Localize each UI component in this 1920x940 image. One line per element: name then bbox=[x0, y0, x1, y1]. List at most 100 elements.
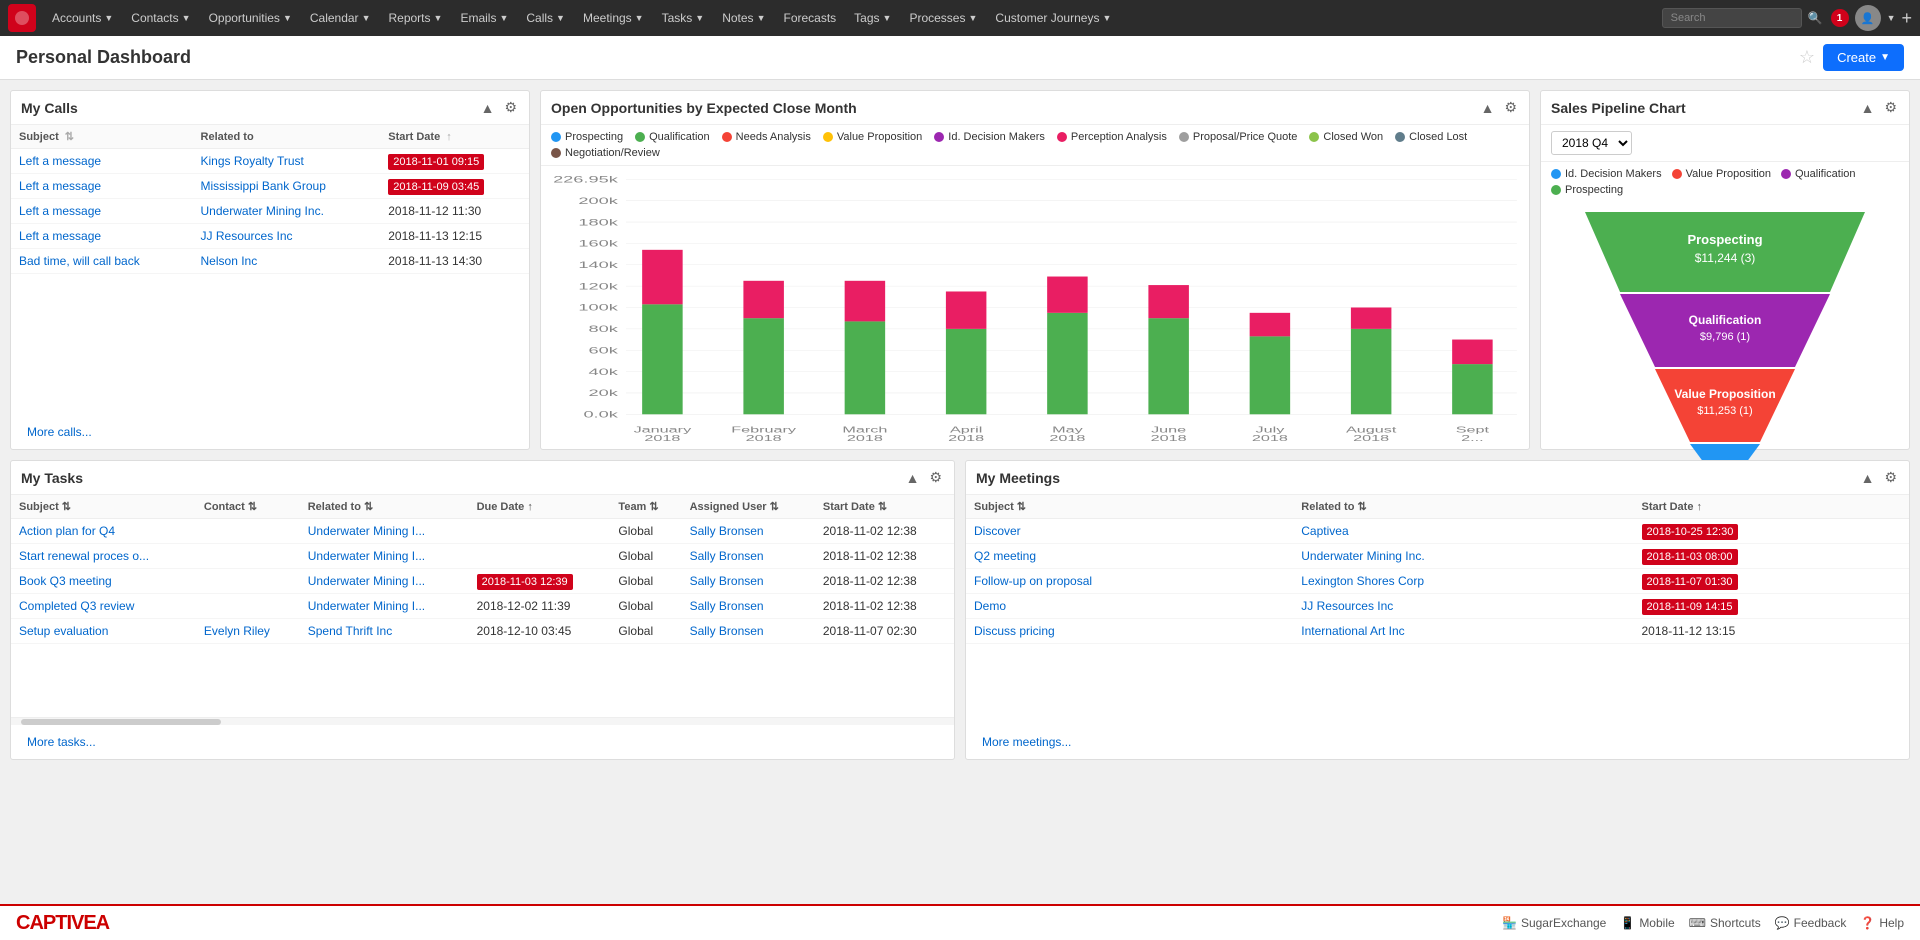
my-calls-collapse-btn[interactable]: ▲ bbox=[479, 100, 497, 116]
tasks-col-duedate[interactable]: Due Date ↑ bbox=[469, 495, 611, 519]
more-calls-link[interactable]: More calls... bbox=[19, 419, 100, 445]
footer-link-help[interactable]: ❓Help bbox=[1860, 916, 1904, 930]
my-tasks-footer: More tasks... bbox=[11, 725, 954, 759]
my-meetings-settings-btn[interactable]: ⚙ bbox=[1882, 469, 1899, 486]
call-subject-link[interactable]: Left a message bbox=[19, 204, 101, 218]
open-opps-collapse-btn[interactable]: ▲ bbox=[1479, 100, 1497, 116]
meeting-related-link[interactable]: Underwater Mining Inc. bbox=[1301, 549, 1424, 563]
calls-col-related[interactable]: Related to bbox=[193, 125, 381, 149]
tasks-col-startdate[interactable]: Start Date ⇅ bbox=[815, 495, 954, 519]
more-meetings-link[interactable]: More meetings... bbox=[974, 729, 1079, 755]
nav-tags[interactable]: Tags▼ bbox=[846, 7, 899, 29]
nav-customer-journeys[interactable]: Customer Journeys▼ bbox=[987, 7, 1119, 29]
user-avatar[interactable]: 👤 bbox=[1855, 5, 1881, 31]
call-related-link[interactable]: Mississippi Bank Group bbox=[201, 179, 326, 193]
meeting-related-link[interactable]: International Art Inc bbox=[1301, 624, 1404, 638]
my-tasks-settings-btn[interactable]: ⚙ bbox=[927, 469, 944, 486]
task-subject-link[interactable]: Action plan for Q4 bbox=[19, 524, 115, 538]
tasks-col-team[interactable]: Team ⇅ bbox=[610, 495, 681, 519]
meeting-subject-link[interactable]: Discover bbox=[974, 524, 1021, 538]
meeting-subject-link[interactable]: Q2 meeting bbox=[974, 549, 1036, 563]
nav-meetings[interactable]: Meetings▼ bbox=[575, 7, 652, 29]
meetings-col-date[interactable]: Start Date ↑ bbox=[1634, 495, 1910, 519]
nav-contacts[interactable]: Contacts▼ bbox=[123, 7, 198, 29]
call-subject-link[interactable]: Bad time, will call back bbox=[19, 254, 140, 268]
meeting-related-link[interactable]: Captivea bbox=[1301, 524, 1348, 538]
mobile-icon: 📱 bbox=[1620, 916, 1635, 930]
my-tasks-collapse-btn[interactable]: ▲ bbox=[904, 470, 922, 486]
nav-add-icon[interactable]: + bbox=[1901, 8, 1912, 29]
task-subject-link[interactable]: Book Q3 meeting bbox=[19, 574, 112, 588]
nav-reports[interactable]: Reports▼ bbox=[380, 7, 450, 29]
meeting-subject-link[interactable]: Discuss pricing bbox=[974, 624, 1055, 638]
more-tasks-link[interactable]: More tasks... bbox=[19, 729, 104, 755]
nav-calls[interactable]: Calls▼ bbox=[518, 7, 573, 29]
task-contact-link[interactable]: Evelyn Riley bbox=[204, 624, 270, 638]
app-logo[interactable] bbox=[8, 4, 36, 32]
legend-dot bbox=[551, 132, 561, 142]
notification-badge[interactable]: 1 bbox=[1831, 9, 1849, 27]
task-related-link[interactable]: Underwater Mining I... bbox=[308, 599, 425, 613]
meeting-related-link[interactable]: JJ Resources Inc bbox=[1301, 599, 1393, 613]
call-subject-link[interactable]: Left a message bbox=[19, 154, 101, 168]
user-dropdown-arrow[interactable]: ▼ bbox=[1887, 13, 1896, 23]
my-calls-settings-btn[interactable]: ⚙ bbox=[502, 99, 519, 116]
meetings-col-related[interactable]: Related to ⇅ bbox=[1293, 495, 1633, 519]
favorite-icon[interactable]: ☆ bbox=[1799, 47, 1815, 68]
call-related-link[interactable]: JJ Resources Inc bbox=[201, 229, 293, 243]
footer-link-shortcuts[interactable]: ⌨Shortcuts bbox=[1689, 916, 1761, 930]
task-assigned-link[interactable]: Sally Bronsen bbox=[690, 599, 764, 613]
sales-pipeline-settings-btn[interactable]: ⚙ bbox=[1882, 99, 1899, 116]
task-related-link[interactable]: Underwater Mining I... bbox=[308, 549, 425, 563]
task-related-link[interactable]: Underwater Mining I... bbox=[308, 524, 425, 538]
task-assigned-link[interactable]: Sally Bronsen bbox=[690, 549, 764, 563]
meetings-subject-sort: ⇅ bbox=[1017, 501, 1026, 513]
call-subject-link[interactable]: Left a message bbox=[19, 179, 101, 193]
tasks-col-assigned[interactable]: Assigned User ⇅ bbox=[682, 495, 815, 519]
nav-emails[interactable]: Emails▼ bbox=[452, 7, 516, 29]
tasks-scrollbar[interactable] bbox=[11, 717, 954, 725]
footer-link-sugarexchange[interactable]: 🏪SugarExchange bbox=[1502, 916, 1606, 930]
task-assigned-link[interactable]: Sally Bronsen bbox=[690, 524, 764, 538]
create-button[interactable]: Create ▼ bbox=[1823, 44, 1904, 71]
calls-col-date[interactable]: Start Date ↑ bbox=[380, 125, 529, 149]
task-assigned-link[interactable]: Sally Bronsen bbox=[690, 624, 764, 638]
nav-accounts[interactable]: Accounts▼ bbox=[44, 7, 121, 29]
call-related-link[interactable]: Kings Royalty Trust bbox=[201, 154, 304, 168]
nav-calendar[interactable]: Calendar▼ bbox=[302, 7, 379, 29]
quarter-select[interactable]: 2018 Q4 bbox=[1551, 131, 1632, 155]
nav-opportunities[interactable]: Opportunities▼ bbox=[201, 7, 300, 29]
meetings-col-subject[interactable]: Subject ⇅ bbox=[966, 495, 1293, 519]
nav-forecasts[interactable]: Forecasts bbox=[775, 7, 844, 29]
footer-link-feedback[interactable]: 💬Feedback bbox=[1775, 916, 1847, 930]
task-related-link[interactable]: Spend Thrift Inc bbox=[308, 624, 393, 638]
nav-notes[interactable]: Notes▼ bbox=[714, 7, 773, 29]
search-icon[interactable]: 🔍 bbox=[1808, 11, 1823, 25]
open-opps-settings-btn[interactable]: ⚙ bbox=[1502, 99, 1519, 116]
nav-processes[interactable]: Processes▼ bbox=[901, 7, 985, 29]
tasks-col-related[interactable]: Related to ⇅ bbox=[300, 495, 469, 519]
calls-table-row: Left a message Underwater Mining Inc. 20… bbox=[11, 199, 529, 224]
sales-pipeline-collapse-btn[interactable]: ▲ bbox=[1859, 100, 1877, 116]
call-subject-link[interactable]: Left a message bbox=[19, 229, 101, 243]
call-related-link[interactable]: Nelson Inc bbox=[201, 254, 258, 268]
search-input[interactable] bbox=[1662, 8, 1802, 28]
calls-col-subject[interactable]: Subject ⇅ bbox=[11, 125, 193, 149]
task-subject-link[interactable]: Setup evaluation bbox=[19, 624, 108, 638]
footer-link-mobile[interactable]: 📱Mobile bbox=[1620, 916, 1674, 930]
task-related-link[interactable]: Underwater Mining I... bbox=[308, 574, 425, 588]
meeting-subject-link[interactable]: Follow-up on proposal bbox=[974, 574, 1092, 588]
svg-text:40k: 40k bbox=[588, 367, 618, 378]
meeting-related-link[interactable]: Lexington Shores Corp bbox=[1301, 574, 1424, 588]
nav-tasks[interactable]: Tasks▼ bbox=[654, 7, 713, 29]
tasks-col-contact[interactable]: Contact ⇅ bbox=[196, 495, 300, 519]
my-meetings-collapse-btn[interactable]: ▲ bbox=[1859, 470, 1877, 486]
calls-table-row: Left a message Mississippi Bank Group 20… bbox=[11, 174, 529, 199]
call-related-link[interactable]: Underwater Mining Inc. bbox=[201, 204, 324, 218]
task-assigned-link[interactable]: Sally Bronsen bbox=[690, 574, 764, 588]
meeting-subject-link[interactable]: Demo bbox=[974, 599, 1006, 613]
task-subject-link[interactable]: Completed Q3 review bbox=[19, 599, 134, 613]
task-subject-link[interactable]: Start renewal proces o... bbox=[19, 549, 149, 563]
tasks-scrollbar-thumb[interactable] bbox=[21, 719, 221, 725]
tasks-col-subject[interactable]: Subject ⇅ bbox=[11, 495, 196, 519]
